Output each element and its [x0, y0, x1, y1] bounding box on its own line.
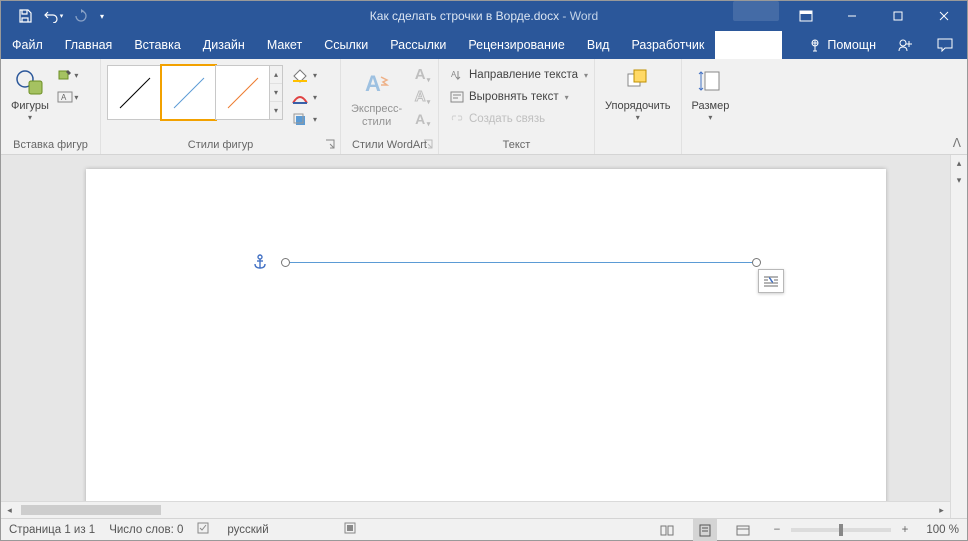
zoom-slider[interactable]: [791, 528, 891, 532]
tab-references[interactable]: Ссылки: [313, 31, 379, 59]
wordart-quickstyles-button[interactable]: A Экспресс- стили: [347, 65, 406, 129]
vertical-scrollbar[interactable]: ▴ ▾: [950, 155, 967, 518]
svg-text:A: A: [365, 71, 381, 96]
zoom-thumb[interactable]: [839, 524, 843, 536]
shape-effects-button[interactable]: ▾: [289, 109, 317, 129]
style-preset-1[interactable]: [107, 65, 162, 120]
wordart-styles-launcher[interactable]: [421, 137, 435, 151]
scroll-right-button[interactable]: ▸: [933, 502, 950, 518]
status-macro-icon[interactable]: [343, 521, 357, 538]
shape-outline-button[interactable]: ▾: [289, 87, 317, 107]
group-insert-shapes-label: Вставка фигур: [7, 136, 94, 154]
gallery-down-button[interactable]: ▾: [270, 84, 282, 102]
share-button[interactable]: [887, 31, 927, 59]
window-title: Как сделать строчки в Ворде.docx - Word: [370, 9, 598, 23]
redo-button[interactable]: [67, 1, 95, 31]
zoom-level[interactable]: 100 %: [919, 524, 959, 536]
comments-button[interactable]: [927, 31, 967, 59]
resize-handle-left[interactable]: [281, 258, 290, 267]
group-shape-styles-label: Стили фигур: [107, 136, 334, 154]
qat-customize-button[interactable]: ▾: [95, 1, 109, 31]
scroll-left-button[interactable]: ◂: [1, 502, 18, 518]
tell-me-button[interactable]: Помощн: [798, 31, 887, 59]
text-effects-button[interactable]: A▾: [409, 109, 431, 128]
minimize-button[interactable]: [829, 1, 875, 31]
text-direction-button[interactable]: A Направление текста▾: [449, 65, 588, 85]
scroll-down-button[interactable]: ▾: [951, 172, 967, 189]
status-language[interactable]: русский: [227, 524, 268, 536]
edit-shape-button[interactable]: ▾: [57, 65, 79, 85]
tab-review[interactable]: Рецензирование: [457, 31, 576, 59]
group-wordart-label: Стили WordArt: [347, 136, 432, 154]
shape-style-gallery[interactable]: ▴ ▾ ▾: [107, 65, 283, 120]
gallery-up-button[interactable]: ▴: [270, 66, 282, 84]
undo-button[interactable]: ▾: [39, 1, 67, 31]
selected-line-shape[interactable]: [286, 262, 756, 263]
status-word-count[interactable]: Число слов: 0: [109, 524, 183, 536]
shapes-icon: [14, 65, 46, 97]
view-read-mode-button[interactable]: [655, 519, 679, 541]
tab-mailings[interactable]: Рассылки: [379, 31, 457, 59]
style-preset-3[interactable]: [215, 65, 270, 120]
svg-text:A: A: [61, 93, 67, 102]
page[interactable]: [86, 169, 886, 518]
tab-developer[interactable]: Разработчик: [620, 31, 715, 59]
align-text-button[interactable]: Выровнять текст▾: [449, 87, 588, 107]
group-text-label: Текст: [445, 136, 588, 154]
collapse-ribbon-button[interactable]: ᐱ: [953, 136, 961, 150]
maximize-button[interactable]: [875, 1, 921, 31]
resize-handle-right[interactable]: [752, 258, 761, 267]
tab-view[interactable]: Вид: [576, 31, 621, 59]
tab-insert[interactable]: Вставка: [123, 31, 191, 59]
shapes-button[interactable]: Фигуры ▾: [7, 62, 53, 122]
arrange-icon: [624, 65, 652, 97]
tab-layout[interactable]: Макет: [256, 31, 313, 59]
text-outline-button[interactable]: A▾: [409, 87, 431, 106]
tab-format[interactable]: Формат: [715, 31, 781, 59]
size-button[interactable]: Размер ▾: [688, 62, 734, 122]
account-badge[interactable]: [733, 1, 779, 21]
text-direction-icon: A: [449, 67, 465, 83]
tab-design[interactable]: Дизайн: [192, 31, 256, 59]
scroll-up-button[interactable]: ▴: [951, 155, 967, 172]
view-print-layout-button[interactable]: [693, 519, 717, 541]
tab-home[interactable]: Главная: [54, 31, 124, 59]
size-icon: [697, 65, 723, 97]
create-link-button: Создать связь: [449, 109, 588, 129]
layout-options-button[interactable]: [758, 269, 784, 293]
align-text-icon: [449, 89, 465, 105]
arrange-button[interactable]: Упорядочить ▾: [601, 62, 674, 122]
anchor-icon: [253, 254, 267, 275]
gallery-more-button[interactable]: ▾: [270, 102, 282, 119]
shape-styles-launcher[interactable]: [323, 137, 337, 151]
text-fill-button[interactable]: A▾: [409, 65, 431, 84]
view-web-layout-button[interactable]: [731, 519, 755, 541]
hscroll-thumb[interactable]: [21, 505, 161, 515]
horizontal-scrollbar[interactable]: ◂ ▸: [1, 501, 950, 518]
document-canvas[interactable]: ▴ ▾ ◂ ▸: [1, 155, 967, 518]
status-page[interactable]: Страница 1 из 1: [9, 524, 95, 536]
zoom-in-button[interactable]: +: [897, 524, 913, 536]
ribbon-display-button[interactable]: [783, 1, 829, 31]
tab-file[interactable]: Файл: [1, 31, 54, 59]
close-button[interactable]: [921, 1, 967, 31]
link-icon: [449, 111, 465, 127]
shape-fill-button[interactable]: ▾: [289, 65, 317, 85]
style-preset-2[interactable]: [161, 65, 216, 120]
zoom-out-button[interactable]: −: [769, 524, 785, 536]
save-button[interactable]: [11, 1, 39, 31]
text-box-button[interactable]: A▾: [57, 87, 79, 107]
status-spellcheck-icon[interactable]: [197, 521, 213, 538]
wordart-icon: A: [363, 68, 391, 100]
